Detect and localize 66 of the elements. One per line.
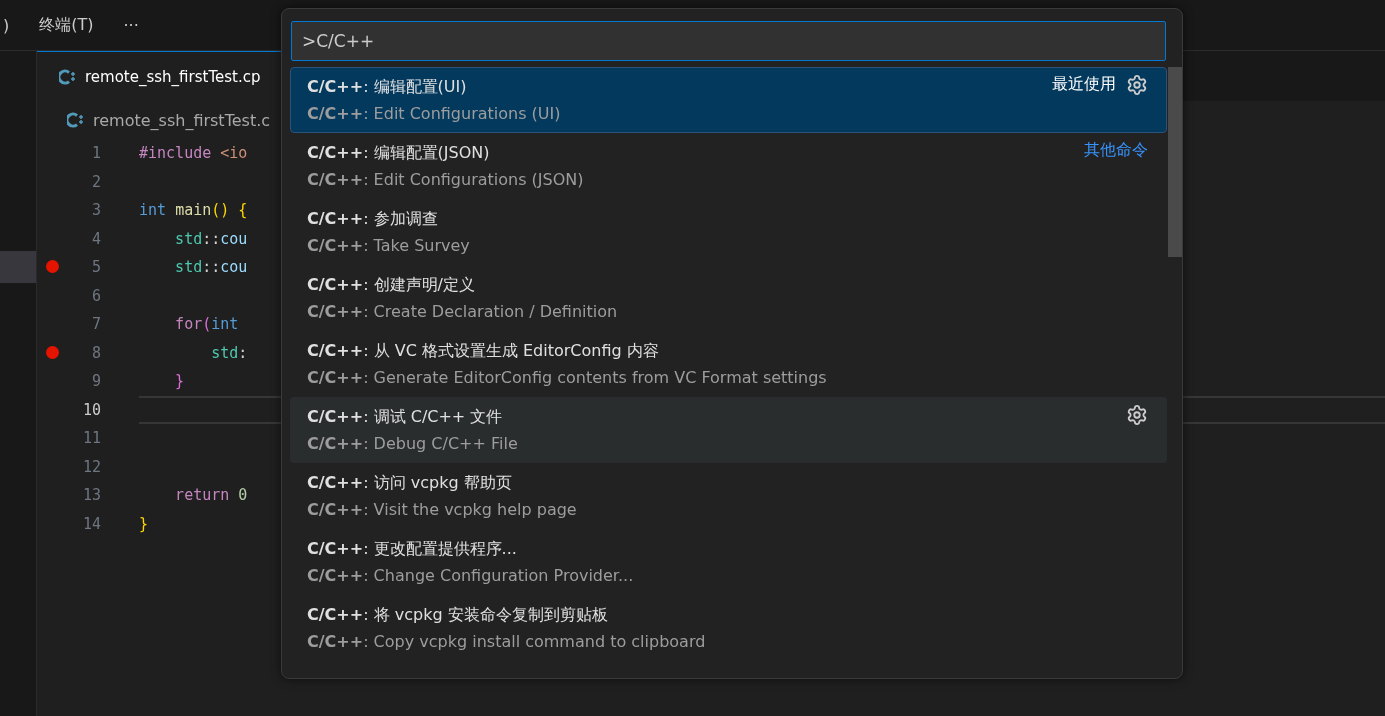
settings-icon[interactable]	[1126, 404, 1148, 426]
command-item[interactable]: C/C++: 创建声明/定义 C/C++: Create Declaration / Definition	[290, 265, 1167, 331]
code-line: std::cou	[174, 258, 248, 277]
code-line: for(int	[174, 315, 239, 334]
tab-label: remote_ssh_firstTest.cp	[85, 67, 261, 86]
command-detail: C/C++: Create Declaration / Definition	[307, 302, 619, 321]
line-number: 1	[90, 144, 101, 163]
line-number: 14	[81, 514, 101, 533]
command-item[interactable]: C/C++: 调试 C/C++ 文件 C/C++: Debug C/C++ File	[290, 397, 1167, 463]
group-label: 其他命令	[1084, 140, 1148, 161]
line-number: 6	[90, 286, 101, 305]
command-label: C/C++: 编辑配置(JSON)	[307, 143, 491, 164]
line-number: 13	[81, 486, 101, 505]
breakpoint-icon[interactable]	[45, 260, 59, 274]
command-item[interactable]: C/C++: 访问 vcpkg 帮助页 C/C++: Visit the vcpkg help page	[290, 463, 1167, 529]
command-detail: C/C++: Edit Configurations (UI)	[307, 104, 562, 123]
command-detail: C/C++: Generate EditorConfig contents from VC Format settings	[307, 368, 828, 387]
line-number: 10	[81, 400, 101, 419]
command-item[interactable]: C/C++: 从 VC 格式设置生成 EditorConfig 内容 C/C++: Generate EditorConfig contents from VC Format settings	[290, 331, 1167, 397]
menu-item[interactable]: ···	[120, 15, 142, 35]
command-detail: C/C++: Copy vcpkg install command to clipboard	[307, 632, 707, 651]
line-number: 9	[90, 372, 101, 391]
code-line: return 0	[174, 486, 248, 505]
menu-item[interactable]: )	[0, 15, 13, 35]
command-label: C/C++: 更改配置提供程序...	[307, 539, 518, 560]
code-line: #include <io	[139, 144, 248, 163]
c-plus-plus-icon	[67, 112, 85, 128]
command-item[interactable]: C/C++: 更改配置提供程序... C/C++: Change Configuration Provider...	[290, 529, 1167, 595]
code-line: }	[139, 514, 149, 533]
command-detail: C/C++: Debug C/C++ File	[307, 434, 519, 453]
command-detail: C/C++: Edit Configurations (JSON)	[307, 170, 585, 189]
line-number: 12	[81, 457, 101, 476]
settings-icon[interactable]	[1126, 74, 1148, 96]
command-label: C/C++: 创建声明/定义	[307, 275, 476, 296]
command-item[interactable]: C/C++: 将 vcpkg 安装命令复制到剪贴板 C/C++: Copy vcpkg install command to clipboard	[290, 595, 1167, 661]
menu-item[interactable]: 终端(T)	[36, 14, 97, 36]
command-label: C/C++: 参加调查	[307, 209, 439, 230]
editor-tab[interactable]: remote_ssh_firstTest.cp	[37, 51, 281, 101]
command-input[interactable]: >C/C++	[291, 21, 1166, 61]
code-line: int main() {	[139, 201, 248, 220]
command-item[interactable]: C/C++: 编辑配置(JSON) C/C++: Edit Configurations (JSON) 其他命令	[290, 133, 1167, 199]
line-number: 2	[90, 172, 101, 191]
code-line: }	[174, 372, 185, 391]
command-detail: C/C++: Take Survey	[307, 236, 471, 255]
line-number: 4	[90, 229, 101, 248]
c-plus-plus-icon	[59, 68, 77, 85]
line-number: 5	[90, 258, 101, 277]
command-item[interactable]: C/C++: 参加调查 C/C++: Take Survey	[290, 199, 1167, 265]
command-label: C/C++: 访问 vcpkg 帮助页	[307, 473, 513, 494]
code-line: std:	[210, 343, 248, 362]
line-number: 7	[90, 315, 101, 334]
command-label: C/C++: 编辑配置(UI)	[307, 77, 468, 98]
command-label: C/C++: 调试 C/C++ 文件	[307, 407, 504, 428]
group-label: 最近使用	[1052, 74, 1116, 95]
code-line: std::cou	[174, 229, 248, 248]
scrollbar-thumb[interactable]	[1168, 67, 1182, 257]
command-detail: C/C++: Visit the vcpkg help page	[307, 500, 578, 519]
command-label: C/C++: 从 VC 格式设置生成 EditorConfig 内容	[307, 341, 660, 362]
breadcrumb[interactable]: remote_ssh_firstTest.c	[93, 110, 271, 130]
line-number: 11	[81, 429, 101, 448]
line-number: 8	[90, 343, 101, 362]
breakpoint-icon[interactable]	[45, 345, 59, 359]
command-label: C/C++: 将 vcpkg 安装命令复制到剪贴板	[307, 605, 609, 626]
line-number: 3	[90, 201, 101, 220]
command-item[interactable]: C/C++: 编辑配置(UI) C/C++: Edit Configurations (UI) 最近使用	[290, 67, 1167, 133]
command-detail: C/C++: Change Configuration Provider...	[307, 566, 635, 585]
